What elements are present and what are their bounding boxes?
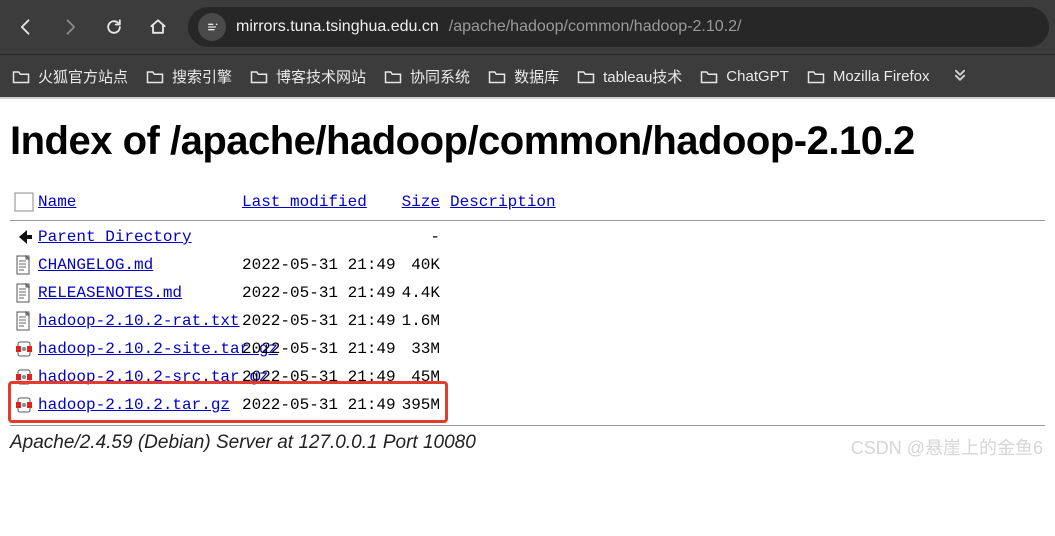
file-lastmod: 2022-05-31 21:49 (242, 396, 392, 414)
file-link[interactable]: hadoop-2.10.2.tar.gz (38, 396, 230, 414)
bookmarks-bar: 火狐官方站点 搜索引擎 博客技术网站 协同系统 数据库 tableau技术 Ch… (0, 54, 1055, 99)
bookmark-label: 博客技术网站 (276, 66, 366, 87)
table-row: hadoop-2.10.2-src.tar.gz2022-05-31 21:49… (10, 363, 1045, 391)
browser-toolbar: mirrors.tuna.tsinghua.edu.cn/apache/hado… (0, 0, 1055, 54)
nav-reload-button[interactable] (94, 7, 134, 47)
bookmark-item[interactable]: 博客技术网站 (250, 66, 366, 87)
bookmark-item[interactable]: 火狐官方站点 (12, 66, 128, 87)
bookmark-label: ChatGPT (726, 68, 789, 85)
table-row: hadoop-2.10.2-site.tar.gz2022-05-31 21:4… (10, 335, 1045, 363)
nav-back-button[interactable] (6, 7, 46, 47)
folder-icon (700, 69, 718, 83)
archive-icon (10, 367, 38, 387)
file-size: 33M (392, 340, 440, 358)
nav-home-button[interactable] (138, 7, 178, 47)
address-bar[interactable]: mirrors.tuna.tsinghua.edu.cn/apache/hado… (188, 7, 1049, 47)
folder-icon (807, 69, 825, 83)
bookmark-label: tableau技术 (603, 66, 682, 87)
url-host: mirrors.tuna.tsinghua.edu.cn (236, 18, 439, 36)
table-row: hadoop-2.10.2.tar.gz 2022-05-31 21:49395M (10, 391, 1045, 419)
table-row: hadoop-2.10.2-rat.txt2022-05-31 21:491.6… (10, 307, 1045, 335)
file-size: 40K (392, 256, 440, 274)
table-row: CHANGELOG.md 2022-05-31 21:4940K (10, 251, 1045, 279)
bookmark-label: Mozilla Firefox (833, 68, 930, 85)
bookmark-label: 数据库 (514, 66, 559, 87)
archive-icon (10, 339, 38, 359)
col-size-link[interactable]: Size (402, 193, 440, 211)
col-desc-link[interactable]: Description (450, 193, 556, 211)
folder-icon (250, 69, 268, 83)
file-size: 45M (392, 368, 440, 386)
url-path: /apache/hadoop/common/hadoop-2.10.2/ (449, 18, 742, 36)
file-lastmod: 2022-05-31 21:49 (242, 340, 392, 358)
bookmark-item[interactable]: 搜索引擎 (146, 66, 232, 87)
file-size: - (392, 228, 440, 246)
file-lastmod: 2022-05-31 21:49 (242, 256, 392, 274)
server-signature: Apache/2.4.59 (Debian) Server at 127.0.0… (10, 432, 1045, 454)
bookmark-label: 火狐官方站点 (38, 66, 128, 87)
table-row: Parent Directory - (10, 223, 1045, 251)
divider (10, 425, 1045, 426)
page-content: Index of /apache/hadoop/common/hadoop-2.… (0, 99, 1055, 468)
listing-header: Name Last modified Size Description (10, 188, 1045, 216)
file-lastmod: 2022-05-31 21:49 (242, 312, 392, 330)
folder-icon (384, 69, 402, 83)
file-size: 4.4K (392, 284, 440, 302)
divider (10, 220, 1045, 221)
file-link[interactable]: hadoop-2.10.2-src.tar.gz (38, 368, 268, 386)
bookmarks-overflow-button[interactable] (950, 64, 970, 89)
archive-icon (10, 395, 38, 415)
bookmark-item[interactable]: tableau技术 (577, 66, 682, 87)
bookmark-label: 搜索引擎 (172, 66, 232, 87)
col-lastmod-link[interactable]: Last modified (242, 193, 367, 211)
bookmark-label: 协同系统 (410, 66, 470, 87)
folder-icon (146, 69, 164, 83)
col-name-link[interactable]: Name (38, 193, 76, 211)
file-link[interactable]: hadoop-2.10.2-rat.txt (38, 312, 240, 330)
folder-icon (577, 69, 595, 83)
file-link[interactable]: CHANGELOG.md (38, 256, 153, 274)
folder-icon (12, 69, 30, 83)
bookmark-item[interactable]: 数据库 (488, 66, 559, 87)
bookmark-item[interactable]: Mozilla Firefox (807, 68, 930, 85)
file-link[interactable]: RELEASENOTES.md (38, 284, 182, 302)
directory-listing: Name Last modified Size Description Pare… (10, 188, 1045, 426)
text-icon (10, 311, 38, 331)
page-title: Index of /apache/hadoop/common/hadoop-2.… (10, 119, 1045, 164)
site-info-icon[interactable] (198, 13, 226, 41)
file-size: 1.6M (392, 312, 440, 330)
file-lastmod: 2022-05-31 21:49 (242, 368, 392, 386)
file-size: 395M (392, 396, 440, 414)
text-icon (10, 283, 38, 303)
text-icon (10, 255, 38, 275)
bookmark-item[interactable]: ChatGPT (700, 68, 789, 85)
file-lastmod: 2022-05-31 21:49 (242, 284, 392, 302)
bookmark-item[interactable]: 协同系统 (384, 66, 470, 87)
nav-forward-button[interactable] (50, 7, 90, 47)
file-link[interactable]: Parent Directory (38, 228, 192, 246)
back-icon (10, 227, 38, 247)
folder-icon (488, 69, 506, 83)
table-row: RELEASENOTES.md 2022-05-31 21:494.4K (10, 279, 1045, 307)
blank-icon (10, 192, 38, 212)
